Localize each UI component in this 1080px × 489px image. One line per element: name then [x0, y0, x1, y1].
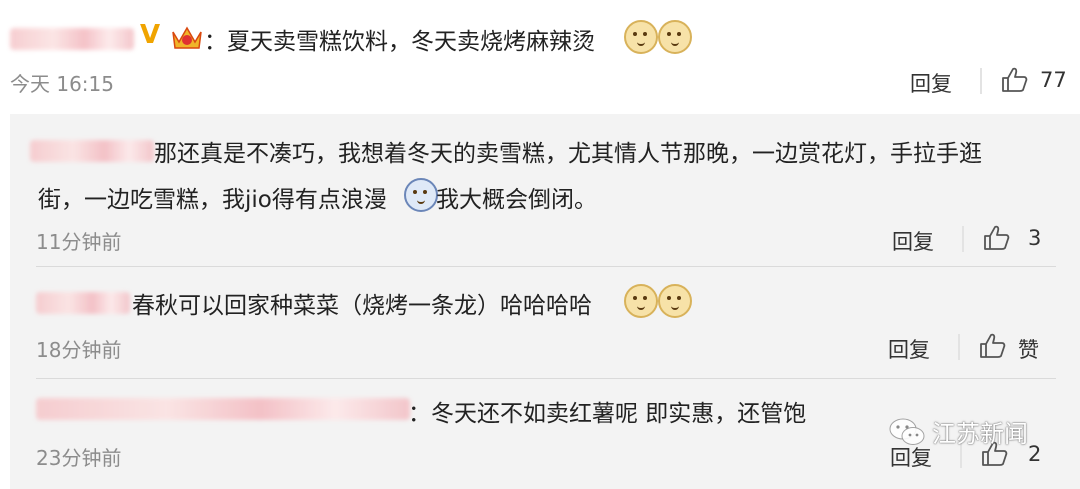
timestamp: 23分钟前	[36, 446, 122, 470]
username-blurred[interactable]	[30, 140, 154, 162]
divider	[36, 266, 1056, 267]
thumbs-up-icon[interactable]	[982, 224, 1010, 252]
timestamp: 18分钟前	[36, 338, 122, 362]
top-comment-text: ：夏天卖雪糕饮料，冬天卖烧烤麻辣烫	[204, 29, 595, 55]
shocked-emoji-icon	[404, 178, 438, 212]
separator	[962, 226, 964, 252]
timestamp: 11分钟前	[36, 230, 122, 254]
reply-text-line1: 那还真是不凑巧，我想着冬天的卖雪糕，尤其情人节那晚，一边赏花灯，手拉手逛	[154, 141, 982, 167]
watermark: 江苏新闻	[888, 414, 1028, 449]
thumbs-up-icon[interactable]	[1000, 66, 1028, 94]
verified-icon: V	[140, 20, 161, 50]
like-count: 赞	[1018, 338, 1039, 362]
reply-button[interactable]: 回复	[892, 226, 934, 256]
username-blurred[interactable]	[36, 398, 410, 420]
divider	[36, 378, 1056, 379]
doge-emoji-icon	[658, 20, 692, 54]
reply-button[interactable]: 回复	[910, 68, 952, 98]
like-count: 2	[1028, 442, 1042, 466]
watermark-text: 江苏新闻	[932, 420, 1028, 448]
replies-panel: 那还真是不凑巧，我想着冬天的卖雪糕，尤其情人节那晚，一边赏花灯，手拉手逛 街，一…	[10, 114, 1080, 489]
like-count: 77	[1040, 68, 1067, 92]
username-blurred[interactable]	[10, 28, 134, 50]
username-blurred[interactable]	[36, 292, 130, 314]
reply-text: ：冬天还不如卖红薯呢 即实惠，还管饱	[408, 401, 807, 427]
reply-button[interactable]: 回复	[888, 334, 930, 364]
reply-text-line2b: 我大概会倒闭。	[436, 187, 597, 213]
thumbs-up-icon[interactable]	[978, 332, 1006, 360]
timestamp: 今天 16:15	[10, 72, 114, 96]
doge-emoji-icon	[658, 284, 692, 318]
doge-emoji-icon	[624, 284, 658, 318]
wechat-icon	[889, 418, 925, 445]
doge-emoji-icon	[624, 20, 658, 54]
reply-text: 春秋可以回家种菜菜（烧烤一条龙）哈哈哈哈	[132, 293, 592, 319]
separator	[958, 334, 960, 360]
reply-text-line2a: 街，一边吃雪糕，我jio得有点浪漫	[38, 187, 387, 213]
vip-crown-icon	[172, 26, 202, 49]
like-count: 3	[1028, 226, 1042, 250]
separator	[980, 68, 982, 94]
